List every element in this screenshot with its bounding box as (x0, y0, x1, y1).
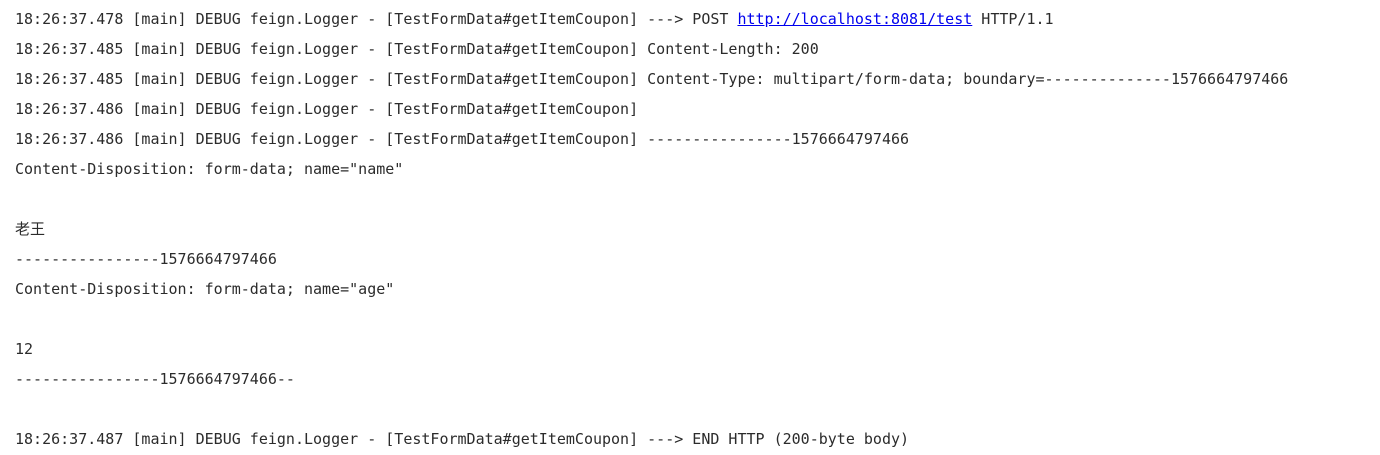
log-line-post-request: 18:26:37.478 [main] DEBUG feign.Logger -… (15, 4, 1380, 34)
request-url-link[interactable]: http://localhost:8081/test (737, 10, 972, 28)
console-output: 18:26:37.478 [main] DEBUG feign.Logger -… (15, 4, 1380, 454)
log-line-empty-header: 18:26:37.486 [main] DEBUG feign.Logger -… (15, 100, 639, 118)
log-text: HTTP/1.1 (972, 10, 1054, 28)
log-line-end-http: 18:26:37.487 [main] DEBUG feign.Logger -… (15, 430, 910, 448)
log-line-boundary-start: 18:26:37.486 [main] DEBUG feign.Logger -… (15, 130, 910, 148)
log-text: 18:26:37.478 [main] DEBUG feign.Logger -… (15, 10, 738, 28)
body-line-blank (15, 184, 1380, 214)
body-line-boundary: ----------------1576664797466 (15, 250, 277, 268)
body-line-blank (15, 304, 1380, 334)
body-line-blank (15, 394, 1380, 424)
body-line-disposition-age: Content-Disposition: form-data; name="ag… (15, 280, 395, 298)
log-line-content-length: 18:26:37.485 [main] DEBUG feign.Logger -… (15, 40, 819, 58)
body-line-boundary-end: ----------------1576664797466-- (15, 370, 295, 388)
body-line-age-value: 12 (15, 340, 34, 358)
body-line-disposition-name: Content-Disposition: form-data; name="na… (15, 160, 404, 178)
log-line-content-type: 18:26:37.485 [main] DEBUG feign.Logger -… (15, 70, 1289, 88)
body-line-name-value: 老王 (15, 220, 46, 238)
